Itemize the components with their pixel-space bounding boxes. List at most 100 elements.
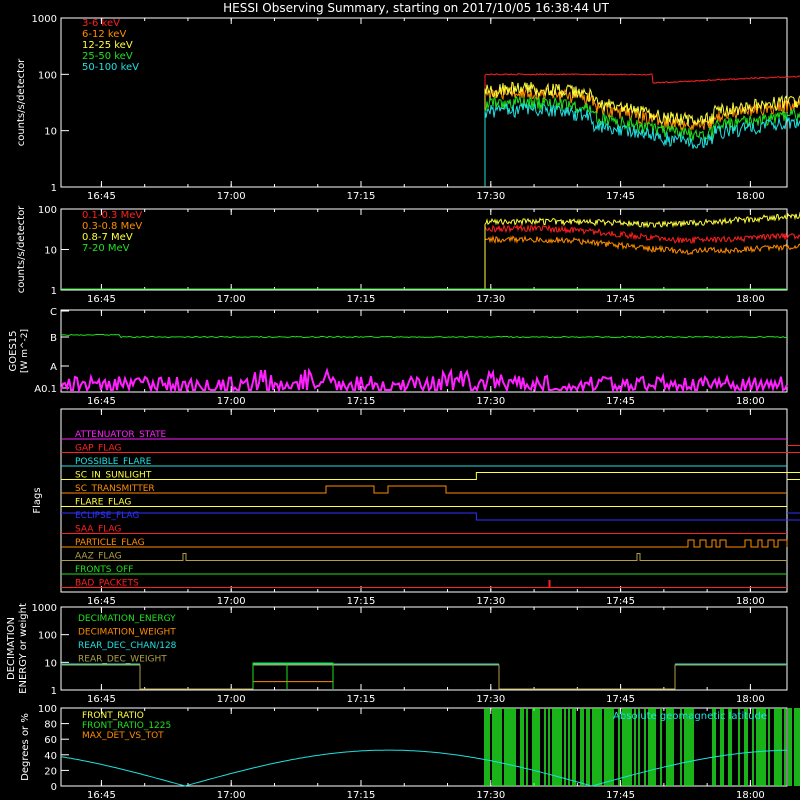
- x-tick-label: 17:00: [217, 294, 246, 305]
- legend-entry: 6-12 keV: [82, 29, 126, 40]
- y-axis-label: Degrees or %: [20, 713, 31, 781]
- x-tick-label: 17:45: [606, 396, 635, 407]
- flag-line: [61, 539, 788, 548]
- low-energy-frame: [60, 17, 788, 188]
- high-energy-panel: 16:45 17:00 17:15 17:30 17:45 18:00 1 10 100 coun…: [16, 205, 800, 305]
- plot-title: HESSI Observing Summary, starting on 201…: [223, 1, 609, 15]
- y-tick-label: 20: [44, 766, 57, 777]
- legend-entry: Absolute geomagnetic latitude: [613, 711, 767, 722]
- x-tick-label: 17:15: [347, 694, 376, 705]
- y-tick-label: 80: [44, 720, 57, 731]
- x-tick-label: 17:15: [347, 396, 376, 407]
- flag-line: [61, 580, 787, 588]
- x-tick-label: 17:30: [476, 596, 505, 607]
- x-tick-label: 17:45: [606, 191, 635, 202]
- flag-line: [61, 553, 787, 561]
- y-tick-label: 40: [44, 751, 57, 762]
- y-tick-label: 1: [51, 183, 57, 194]
- legend-entry: DECIMATION_WEIGHT: [78, 628, 176, 638]
- decimation-energy-line: [252, 662, 334, 689]
- y-tick-label: 10: [44, 658, 57, 669]
- x-tick-label: 16:45: [87, 596, 116, 607]
- y-tick-label: 10: [44, 127, 57, 138]
- y-tick-label: A: [50, 362, 57, 373]
- y-tick-label: 100: [38, 205, 57, 216]
- y-axis-unit: [W m^-2]: [20, 329, 30, 373]
- x-tick-label: 17:30: [476, 790, 505, 800]
- x-tick-label: 17:00: [217, 790, 246, 800]
- x-tick-label: 16:45: [87, 191, 116, 202]
- legend-entry: 7-20 MeV: [82, 243, 130, 254]
- x-tick-label: 17:15: [347, 294, 376, 305]
- y-tick-label: 0: [51, 782, 57, 793]
- x-tick-label: 18:00: [736, 694, 765, 705]
- x-tick-label: 17:00: [217, 396, 246, 407]
- low-energy-panel: 16:45 17:00 17:15 17:30 17:45 18:00 1 10 100 1000…: [16, 14, 800, 202]
- rear-dec-weight-line: [61, 664, 787, 690]
- x-tick-label: 17:00: [217, 191, 246, 202]
- y-tick-label: 100: [38, 70, 57, 81]
- y-tick-label: B: [50, 333, 57, 344]
- series-line-0-8-7-MeV: [484, 211, 800, 229]
- x-tick-label: 17:30: [476, 694, 505, 705]
- x-tick-label: 18:00: [736, 294, 765, 305]
- y-tick-label: 1: [51, 686, 57, 697]
- legend-entry: 3-6 keV: [82, 18, 120, 29]
- legend-entry: 12-25 keV: [82, 40, 133, 51]
- x-tick-label: 18:00: [736, 191, 765, 202]
- legend-entry: 0.1-0.3 MeV: [82, 210, 142, 221]
- legend-entry: 50-100 keV: [82, 62, 139, 73]
- y-axis-label: counts/s/detector: [16, 58, 27, 146]
- goes-long-line: [60, 333, 788, 339]
- decimation-panel: 16:45 17:00 17:15 17:30 17:45 18:00 1 10 100 1000…: [6, 603, 788, 705]
- y-axis-label: DECIMATION: [6, 617, 17, 680]
- legend-entry: 0.8-7 MeV: [82, 232, 133, 243]
- series-line-3-6-keV: [484, 73, 800, 84]
- y-tick-label: 100: [38, 704, 57, 715]
- y-axis-label: GOES15: [8, 330, 19, 371]
- decimation-weight-line: [252, 681, 334, 689]
- flag-line: [61, 485, 787, 494]
- x-tick-label: 17:30: [476, 396, 505, 407]
- y-tick-label: 60: [44, 735, 57, 746]
- goes-short-line: [60, 367, 788, 394]
- x-tick-label: 17:15: [347, 790, 376, 800]
- x-tick-label: 18:00: [736, 596, 765, 607]
- x-tick-label: 17:30: [476, 191, 505, 202]
- flag-line: [61, 472, 800, 480]
- flags-panel: 16:45 17:00 17:15 17:30 17:45 18:00FlagsATTEN…: [32, 408, 800, 607]
- x-tick-label: 17:00: [217, 596, 246, 607]
- flags-frame: [60, 408, 788, 593]
- y-tick-label: 1: [51, 286, 57, 297]
- x-tick-label: 17:45: [606, 790, 635, 800]
- y-axis-label: Flags: [32, 487, 43, 513]
- y-tick-label: 10: [44, 246, 57, 257]
- x-tick-label: 16:45: [87, 294, 116, 305]
- x-tick-label: 16:45: [87, 396, 116, 407]
- y-tick-label: 100: [38, 631, 57, 642]
- y-tick-label: 1000: [32, 14, 57, 25]
- x-tick-label: 16:45: [87, 790, 116, 800]
- legend-entry: FRONT_RATIO_1225: [82, 721, 171, 731]
- legend-entry: DECIMATION_ENERGY: [78, 614, 176, 624]
- legend-entry: REAR_DEC_CHAN/128: [78, 641, 177, 651]
- x-tick-label: 17:15: [347, 191, 376, 202]
- x-tick-label: 17:45: [606, 294, 635, 305]
- high-energy-frame: [60, 208, 788, 291]
- legend-entry: FRONT_RATIO: [82, 711, 144, 721]
- y-axis-label: counts/s/detector: [16, 205, 27, 293]
- hessi-summary-plot: HESSI Observing Summary, starting on 201…: [6, 1, 800, 800]
- legend-entry: MAX_DET_VS_TOT: [82, 731, 164, 741]
- legend-entry: REAR_DEC_WEIGHT: [78, 655, 167, 665]
- y-tick-label: A0.1: [34, 384, 57, 395]
- x-tick-label: 17:45: [606, 596, 635, 607]
- y-tick-label: C: [50, 307, 57, 318]
- flag-line: [61, 445, 800, 453]
- goes-panel: 16:45 17:00 17:15 17:30 17:45 18:00 A0.1 A B C GOE…: [8, 307, 788, 407]
- geomagnetic-latitude-line: [60, 749, 787, 787]
- x-tick-label: 18:00: [736, 790, 765, 800]
- x-tick-label: 17:15: [347, 596, 376, 607]
- x-tick-label: 17:45: [606, 694, 635, 705]
- legend-entry: 0.3-0.8 MeV: [82, 221, 142, 232]
- ratios-panel: 16:45 17:00 17:15 17:30 17:45 18:00 0 20 40 60 80 1…: [20, 704, 800, 800]
